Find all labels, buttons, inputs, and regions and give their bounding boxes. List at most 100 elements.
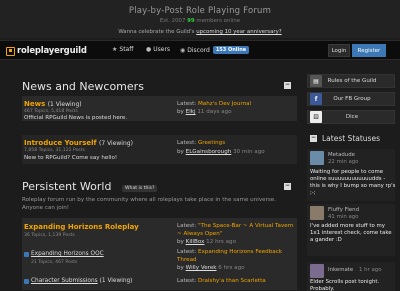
- subforum-ooc[interactable]: Expanding Horizons OOC: [24, 251, 104, 257]
- nav-users[interactable]: ● Users: [146, 46, 170, 53]
- by-label: by: [177, 239, 184, 245]
- status-user[interactable]: Inkemate: [328, 267, 353, 273]
- by-label: by: [177, 109, 184, 115]
- latest-thread-link[interactable]: Greetings: [198, 140, 225, 146]
- latest-label: Latest:: [177, 249, 197, 255]
- forum-desc: Official RPGuild News is posted here.: [24, 115, 128, 121]
- forum-stats: 7,858 Topics, 31,122 Posts: [24, 148, 86, 153]
- status-user[interactable]: Fluffy Fiend: [328, 207, 359, 213]
- section-title-persistent-world: Persistent World: [22, 180, 112, 193]
- forum-title[interactable]: Expanding Horizons Roleplay: [24, 223, 139, 231]
- status-time: 1 hr ago: [359, 267, 382, 273]
- site-logo[interactable]: roleplayerguild: [6, 44, 87, 58]
- latest-label: Latest:: [177, 278, 197, 284]
- register-button[interactable]: Register: [352, 44, 386, 57]
- anniversary-note: Wanna celebrate the Guild's upcoming 10 …: [0, 29, 400, 35]
- nav-users-label: Users: [153, 46, 171, 53]
- forum-latest-by: by KillBox 12 hrs ago: [177, 239, 236, 245]
- subforum-latest-by: by Willy Verek 6 hrs ago: [177, 265, 245, 271]
- subforum-character-submissions[interactable]: Character Submissions (1 Viewing): [24, 278, 132, 284]
- subforum-stats: 21 Topics, 467 Posts: [31, 260, 78, 265]
- by-label: by: [177, 149, 184, 155]
- est-year: Est. 2007: [159, 18, 186, 24]
- facebook-icon: f: [310, 93, 322, 105]
- by-label: by: [177, 265, 184, 271]
- logo-icon: [6, 46, 15, 56]
- latest-label: Latest:: [177, 223, 197, 229]
- fb-label: Our FB Group: [333, 96, 371, 102]
- scroll-icon: ▤: [310, 75, 322, 87]
- forum-row-expanding-horizons[interactable]: Expanding Horizons Roleplay 36 Topics, 1…: [22, 218, 297, 291]
- latest-user-link[interactable]: Willy Verek: [186, 265, 217, 271]
- latest-user-link[interactable]: ELGainsborough: [186, 149, 232, 155]
- collapse-news-button[interactable]: −: [284, 82, 291, 89]
- forum-title[interactable]: Introduce Yourself: [24, 139, 97, 147]
- status-item: Inkemate 1 hr ago Elder Scrolls post ton…: [307, 262, 395, 291]
- rules-button[interactable]: ▤ Rules of the Guild: [307, 74, 395, 88]
- forum-viewing: (7 Viewing): [99, 140, 133, 147]
- dice-button[interactable]: ⚄ Dice: [307, 110, 395, 124]
- forum-row-news[interactable]: News (1 Viewing) 467 Topics, 5,418 Posts…: [22, 96, 297, 122]
- status-time: 41 min ago: [328, 214, 359, 220]
- collapse-statuses-button[interactable]: −: [310, 134, 317, 142]
- forum-latest-by: by Elkj 11 days ago: [177, 109, 232, 115]
- what-is-this-button[interactable]: What is this?: [122, 185, 158, 192]
- latest-thread-link[interactable]: Mahz's Dev Journal: [198, 101, 251, 107]
- latest-time: 6 hrs ago: [218, 265, 245, 271]
- status-user[interactable]: Metadude: [328, 152, 355, 158]
- dice-label: Dice: [345, 114, 359, 120]
- nav-staff-label: Staff: [119, 46, 134, 53]
- subforum-icon: [24, 278, 29, 284]
- dice-icon: ⚄: [310, 111, 322, 123]
- subforum-link[interactable]: Character Submissions: [31, 278, 98, 284]
- forum-name[interactable]: Introduce Yourself (7 Viewing): [24, 139, 133, 147]
- subforum-icon: [24, 251, 29, 257]
- forum-viewing: (1 Viewing): [47, 101, 82, 108]
- latest-label: Latest:: [177, 140, 197, 146]
- latest-time: 30 min ago: [233, 149, 265, 155]
- forum-name[interactable]: News (1 Viewing): [24, 100, 82, 108]
- forum-row-introduce[interactable]: Introduce Yourself (7 Viewing) 7,858 Top…: [22, 135, 297, 165]
- forum-stats: 36 Topics, 1,139 Posts: [24, 233, 75, 238]
- logo-text: roleplayerguild: [17, 46, 87, 56]
- status-item: Fluffy Fiend 41 min ago I've added more …: [307, 204, 395, 256]
- avatar[interactable]: [310, 151, 324, 165]
- latest-statuses-header: − Latest Statuses: [307, 131, 395, 145]
- subforum-link[interactable]: Expanding Horizons OOC: [31, 251, 104, 257]
- avatar[interactable]: [310, 206, 324, 220]
- site-header: Play-by-Post Role Playing Forum Est. 200…: [0, 0, 400, 38]
- status-text: Waiting for people to come online suuuuu…: [310, 169, 396, 196]
- latest-thread-link[interactable]: Dralshy'a than Scarletta: [198, 278, 266, 284]
- latest-user-link[interactable]: KillBox: [186, 239, 205, 245]
- login-button[interactable]: Login: [328, 44, 350, 57]
- avatar[interactable]: [310, 264, 324, 278]
- forum-title[interactable]: News: [24, 100, 45, 108]
- subforum-latest: Latest: Dralshy'a than Scarletta: [177, 278, 266, 284]
- anniversary-prefix: Wanna celebrate the Guild's: [118, 29, 195, 35]
- section-desc: Roleplay forum run by the community wher…: [22, 197, 277, 211]
- latest-label: Latest:: [177, 101, 197, 107]
- navbar: roleplayerguild ★ Staff ● Users ◉ Discor…: [0, 40, 400, 60]
- online-count: 99: [187, 18, 195, 24]
- star-icon: ★: [112, 46, 118, 53]
- nav-staff[interactable]: ★ Staff: [112, 46, 133, 53]
- status-text: Elder Scrolls post tonight. Probably.: [310, 279, 380, 291]
- site-title: Play-by-Post Role Playing Forum: [128, 6, 272, 16]
- status-text: I've added more stuff to my 1x1 interest…: [310, 223, 392, 243]
- subforum-viewing: (1 Viewing): [99, 278, 133, 284]
- fb-group-button[interactable]: f Our FB Group: [307, 92, 395, 106]
- forum-latest: Latest: "The Space-Bar ~ A Virtual Taver…: [177, 223, 295, 238]
- forum-latest-by: by ELGainsborough 30 min ago: [177, 149, 265, 155]
- latest-user-link[interactable]: Elkj: [186, 109, 196, 115]
- collapse-pw-button[interactable]: −: [284, 183, 291, 190]
- forum-stats: 467 Topics, 5,418 Posts: [24, 109, 78, 114]
- site-subtitle: Est. 2007 99 members online: [0, 18, 400, 24]
- users-icon: ●: [146, 46, 152, 53]
- online-label: members online: [196, 18, 241, 24]
- subforum-latest: Latest: Expanding Horizons Feedback Thre…: [177, 249, 295, 264]
- nav-discord[interactable]: ◉ Discord 153 Online: [180, 46, 250, 54]
- latest-statuses-title: Latest Statuses: [322, 133, 380, 143]
- forum-latest: Latest: Mahz's Dev Journal: [177, 101, 251, 107]
- anniversary-link[interactable]: upcoming 10 year anniversary?: [196, 29, 281, 35]
- status-time: 22 min ago: [328, 159, 359, 165]
